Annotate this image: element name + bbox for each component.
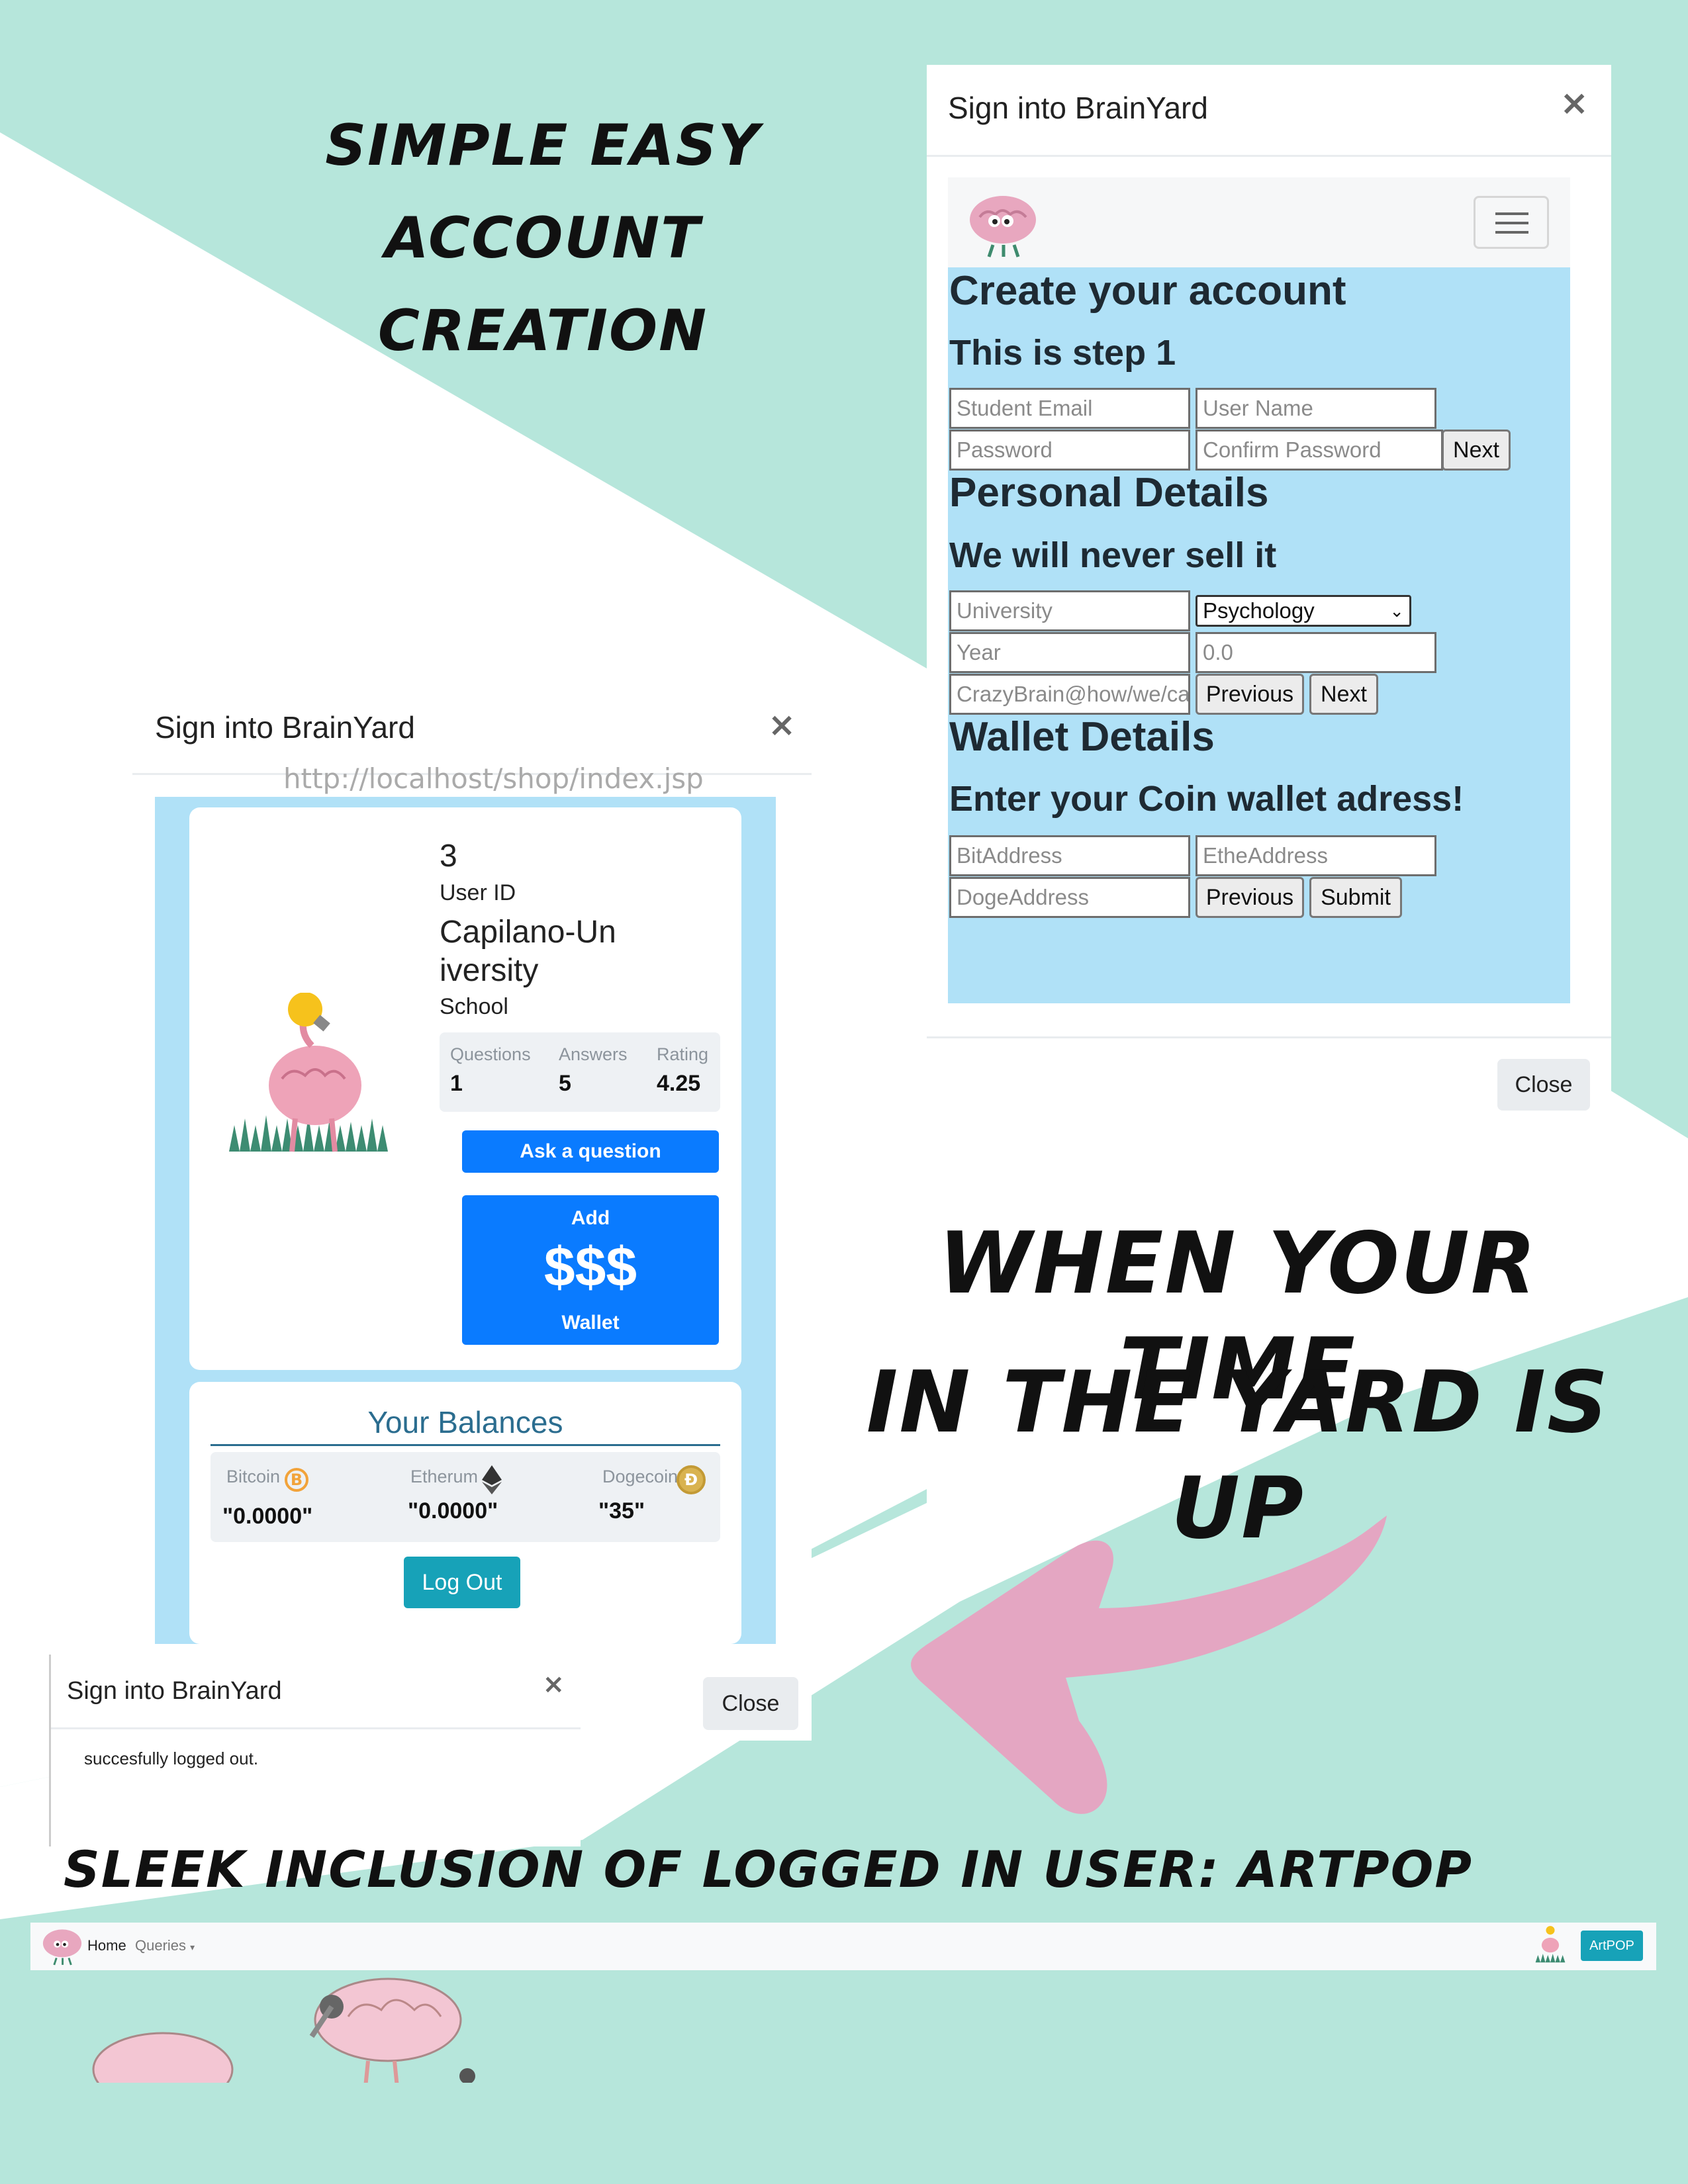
- wallet-button-wallet: Wallet: [561, 1312, 620, 1334]
- balance-label-ethereum: Etherum: [410, 1467, 479, 1486]
- brain-logo-icon[interactable]: [41, 1927, 83, 1966]
- stat-label-answers: Answers: [559, 1044, 628, 1064]
- ask-question-button[interactable]: Ask a question: [462, 1130, 719, 1173]
- gpa-input[interactable]: 0.0: [1196, 632, 1436, 673]
- ethe-address-input[interactable]: EtheAddress: [1196, 835, 1436, 876]
- logout-modal-title: Sign into BrainYard: [67, 1677, 282, 1705]
- school-label: School: [440, 994, 508, 1019]
- balance-label-bitcoin: Bitcoin: [226, 1467, 281, 1486]
- brain-logo-icon[interactable]: [966, 192, 1039, 258]
- confirm-password-input[interactable]: Confirm Password: [1196, 430, 1443, 471]
- dogecoin-icon: Ð: [677, 1465, 706, 1494]
- profile-modal-title: Sign into BrainYard: [155, 710, 415, 745]
- signup-modal: Sign into BrainYard × Create your accoun…: [927, 65, 1611, 1124]
- stat-value-questions: 1: [450, 1071, 463, 1096]
- wallet-details-heading: Wallet Details: [949, 714, 1215, 760]
- nav-home-link[interactable]: Home: [87, 1937, 126, 1954]
- user-id-value: 3: [440, 839, 457, 874]
- logout-modal-header: Sign into BrainYard ×: [51, 1655, 581, 1729]
- next-button-step2[interactable]: Next: [1309, 674, 1378, 715]
- school-value: Capilano-University: [440, 915, 616, 988]
- flamingo-user-icon: [1535, 1926, 1566, 1963]
- major-select[interactable]: Psychology ⌄: [1196, 595, 1411, 627]
- signup-modal-header: Sign into BrainYard ×: [927, 65, 1611, 157]
- password-input[interactable]: Password: [949, 430, 1190, 471]
- wallet-details-subheading: Enter your Coin wallet adress!: [949, 779, 1464, 819]
- close-icon[interactable]: ×: [1560, 83, 1589, 123]
- previous-button-step3[interactable]: Previous: [1196, 877, 1304, 918]
- next-button-step1[interactable]: Next: [1442, 430, 1511, 471]
- profile-close-button[interactable]: Close: [703, 1677, 798, 1730]
- balances-divider: [211, 1444, 720, 1446]
- wallet-button-add: Add: [571, 1207, 610, 1229]
- balance-label-dogecoin: Dogecoin: [602, 1467, 679, 1486]
- previous-button-step2[interactable]: Previous: [1196, 674, 1304, 715]
- signup-form-area: Create your account This is step 1 Stude…: [948, 267, 1570, 1003]
- logout-button[interactable]: Log Out: [404, 1557, 520, 1608]
- brain-characters-graphic: [92, 1978, 475, 2083]
- nav-queries-dropdown[interactable]: Queries ▾: [135, 1937, 195, 1954]
- logged-in-user-badge[interactable]: ArtPOP: [1581, 1931, 1643, 1961]
- balances-row: Bitcoin B "0.0000" Etherum "0.0000" Doge…: [211, 1452, 720, 1542]
- submit-button[interactable]: Submit: [1309, 877, 1402, 918]
- brand-navbar: [948, 177, 1570, 267]
- major-select-value: Psychology: [1203, 598, 1315, 623]
- stat-value-answers: 5: [559, 1071, 571, 1096]
- user-id-label: User ID: [440, 880, 516, 905]
- balance-value-dogecoin: "35": [598, 1498, 645, 1524]
- close-icon[interactable]: ×: [542, 1669, 565, 1700]
- headline-account-creation: Simple Easy Account Creation: [325, 113, 761, 364]
- doge-address-input[interactable]: DogeAddress: [949, 877, 1190, 918]
- site-navbar: Home Queries ▾ ArtPOP: [30, 1923, 1656, 1970]
- balances-card: Your Balances Bitcoin B "0.0000" Etherum…: [189, 1382, 741, 1644]
- student-email-input[interactable]: Student Email: [949, 388, 1190, 429]
- user-stats: Questions 1 Answers 5 Rating 4.25: [440, 1032, 720, 1112]
- stat-label-rating: Rating: [657, 1044, 709, 1064]
- personal-details-subheading: We will never sell it: [949, 535, 1277, 575]
- url-watermark: http://localhost/shop/index.jsp: [283, 762, 704, 795]
- logout-modal: Sign into BrainYard × succesfully logged…: [49, 1655, 581, 1846]
- profile-panel-area: 3 User ID Capilano-University School Que…: [155, 797, 776, 1644]
- bitcoin-icon: B: [285, 1468, 308, 1492]
- bit-address-input[interactable]: BitAddress: [949, 835, 1190, 876]
- site-hero-strip: [30, 1970, 1656, 2083]
- add-wallet-button[interactable]: Add $$$ Wallet: [462, 1195, 719, 1345]
- nav-queries-label: Queries: [135, 1937, 187, 1954]
- profile-modal: Sign into BrainYard × http://localhost/s…: [132, 682, 812, 1741]
- balance-value-ethereum: "0.0000": [408, 1498, 498, 1524]
- profile-modal-header: Sign into BrainYard ×: [132, 682, 812, 775]
- ethereum-icon: [482, 1465, 502, 1494]
- bio-input[interactable]: CrazyBrain@how/we/ca: [949, 674, 1190, 715]
- create-account-heading: Create your account: [949, 268, 1346, 314]
- pink-arrow-graphic: [911, 1516, 1387, 1814]
- caret-down-icon: ▾: [190, 1942, 195, 1952]
- personal-details-heading: Personal Details: [949, 470, 1269, 516]
- stat-value-rating: 4.25: [657, 1071, 701, 1096]
- user-card: 3 User ID Capilano-University School Que…: [189, 807, 741, 1370]
- close-icon[interactable]: ×: [768, 705, 796, 744]
- hamburger-menu-icon[interactable]: [1474, 196, 1549, 249]
- headline-logged-in-user: Sleek inclusion of logged in user: ArtPO…: [64, 1840, 1474, 1899]
- signup-modal-footer-divider: [927, 1036, 1611, 1038]
- year-input[interactable]: Year: [949, 632, 1190, 673]
- balance-value-bitcoin: "0.0000": [222, 1504, 313, 1529]
- signup-modal-title: Sign into BrainYard: [948, 91, 1208, 125]
- wallet-button-dollars: $$$: [543, 1236, 637, 1298]
- flamingo-avatar: [222, 993, 408, 1191]
- step-heading: This is step 1: [949, 333, 1176, 373]
- signup-close-button[interactable]: Close: [1497, 1059, 1590, 1111]
- chevron-down-icon: ⌄: [1389, 600, 1404, 621]
- logout-message: succesfully logged out.: [84, 1749, 259, 1768]
- balances-title: Your Balances: [367, 1405, 563, 1439]
- username-input[interactable]: User Name: [1196, 388, 1436, 429]
- university-input[interactable]: University: [949, 590, 1190, 631]
- stat-label-questions: Questions: [450, 1044, 531, 1064]
